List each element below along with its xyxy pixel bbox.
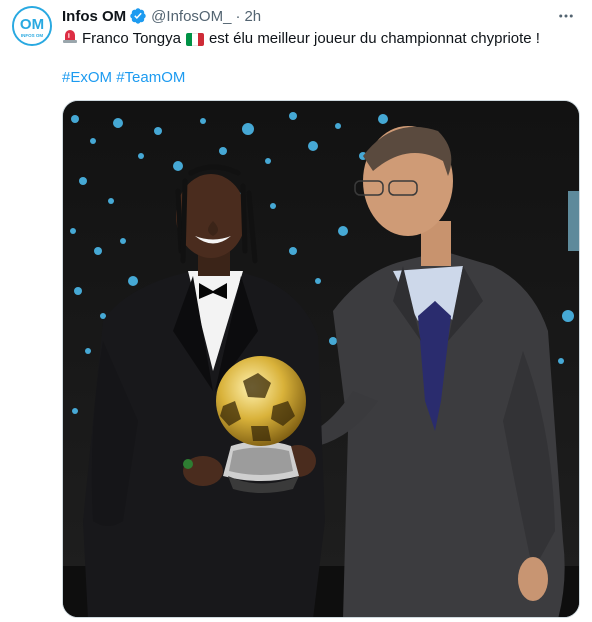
author-name[interactable]: Infos OM [62,8,126,25]
tweet-header: Infos OM @InfosOM_ · 2h [62,6,261,26]
hashtag-list: #ExOM #TeamOM [62,68,185,88]
tweet-timestamp[interactable]: 2h [244,8,261,25]
infos-om-logo-icon: OM INFOS OM [14,8,50,44]
svg-text:OM: OM [20,16,44,33]
tweet[interactable]: OM INFOS OM Infos OM @InfosOM_ · 2h Fran… [0,0,592,622]
hashtag-teamom[interactable]: #TeamOM [116,69,185,86]
separator-dot: · [235,7,241,25]
svg-text:INFOS OM: INFOS OM [21,33,44,38]
author-avatar[interactable]: OM INFOS OM [12,6,52,46]
author-handle[interactable]: @InfosOM_ [151,8,231,25]
more-horizontal-icon [559,14,573,18]
verified-badge-icon[interactable] [129,7,147,25]
hashtag-exom[interactable]: #ExOM [62,69,112,86]
golden-ball-trophy [216,356,306,493]
rotating-light-icon [62,28,78,50]
award-ceremony-photo [63,101,579,617]
more-options-button[interactable] [554,6,578,26]
tweet-text: Franco Tongya est élu meilleur joueur du… [62,28,540,50]
tweet-media-photo[interactable] [62,100,580,618]
tweet-text-name: Franco Tongya [82,30,181,47]
italy-flag-icon [185,32,204,46]
tweet-text-body: est élu meilleur joueur du championnat c… [208,30,540,47]
